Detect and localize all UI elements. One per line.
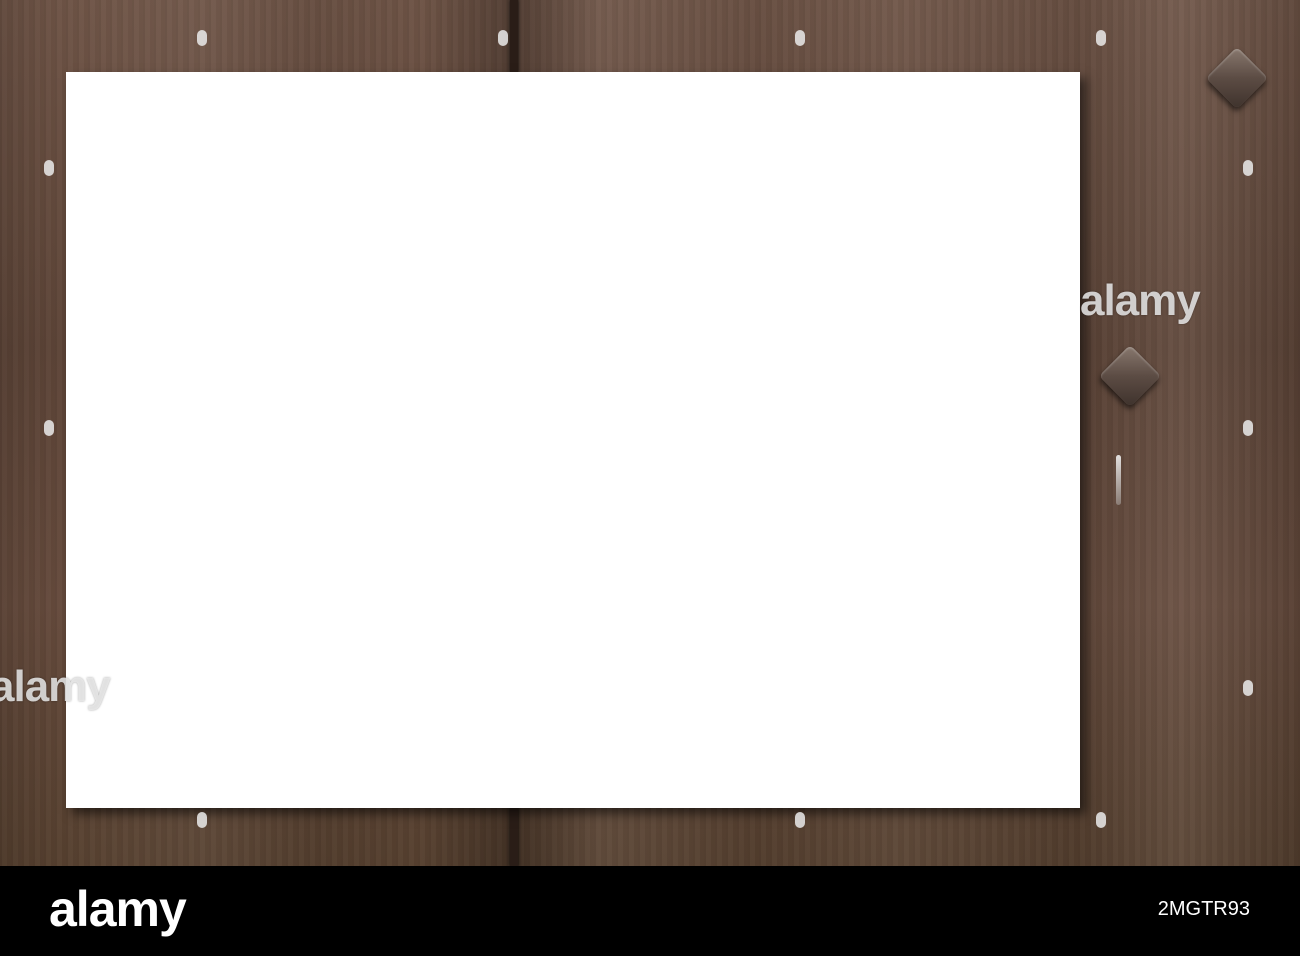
blank-paper-sheet bbox=[66, 72, 1080, 808]
watermark-dot bbox=[44, 420, 54, 436]
watermark-dot bbox=[795, 812, 805, 828]
image-id: 2MGTR93 bbox=[1157, 898, 1250, 920]
watermark-logo: alamy bbox=[1080, 276, 1201, 325]
watermark-dot bbox=[1243, 420, 1253, 436]
stock-photo: alamy alamy bbox=[0, 0, 1300, 866]
footer-bar: alamy 2MGTR93 bbox=[0, 866, 1300, 956]
plank-seam bbox=[510, 808, 518, 866]
watermark-dot bbox=[1243, 680, 1253, 696]
watermark-dot bbox=[1243, 160, 1253, 176]
paint-scratch bbox=[1116, 455, 1121, 505]
brand-logo: alamy bbox=[49, 881, 187, 937]
plank-seam bbox=[510, 0, 518, 72]
nail-head bbox=[1205, 46, 1269, 110]
watermark-dot bbox=[197, 30, 207, 46]
watermark-dot bbox=[44, 160, 54, 176]
watermark-dot bbox=[795, 30, 805, 46]
watermark-dot bbox=[197, 812, 207, 828]
nail-head bbox=[1098, 344, 1162, 408]
watermark-dot bbox=[498, 30, 508, 46]
watermark-logo: alamy bbox=[0, 662, 111, 711]
watermark-dot bbox=[1096, 30, 1106, 46]
watermark-dot bbox=[1096, 812, 1106, 828]
